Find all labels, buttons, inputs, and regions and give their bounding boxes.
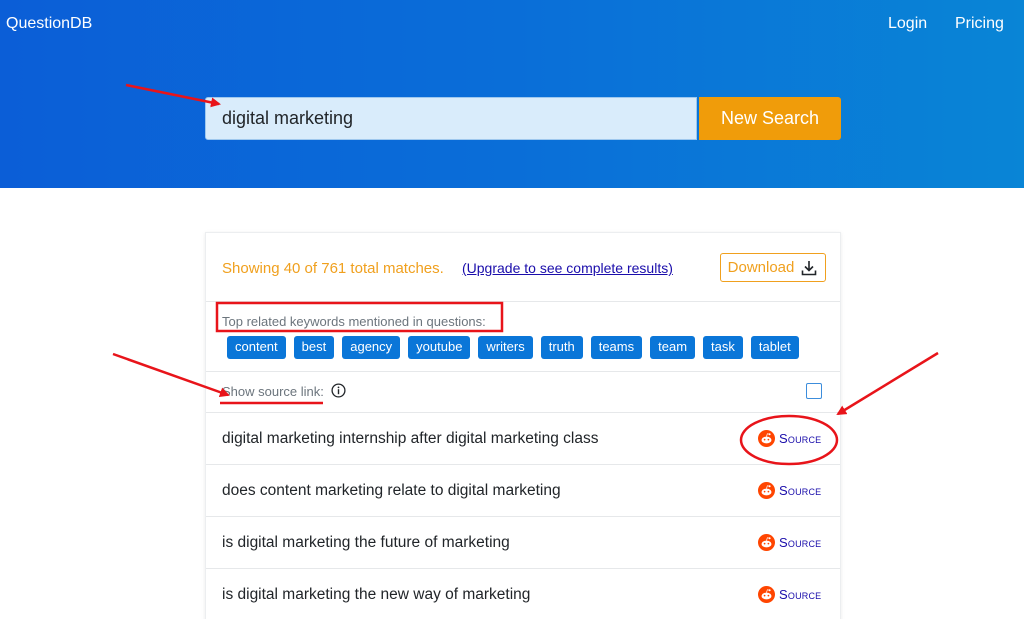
keyword-chip[interactable]: teams [590,336,643,359]
source-link[interactable]: Source [758,586,821,603]
reddit-icon [758,482,775,499]
reddit-icon [758,586,775,603]
question-text[interactable]: digital marketing internship after digit… [222,430,598,448]
question-text[interactable]: is digital marketing the future of marke… [222,534,510,552]
keyword-chip[interactable]: content [227,336,286,359]
question-row[interactable]: digital marketing internship after digit… [206,413,840,465]
keywords-label: Top related keywords mentioned in questi… [222,314,486,329]
source-link[interactable]: Source [758,430,821,447]
download-button[interactable]: Download [720,253,826,282]
results-count-text: Showing 40 of 761 total matches. [222,260,444,277]
source-label: Source [779,431,822,446]
source-link[interactable]: Source [758,534,821,551]
keyword-chip[interactable]: youtube [408,336,471,359]
keyword-chip[interactable]: writers [478,336,533,359]
download-icon [802,260,817,275]
question-row[interactable]: is digital marketing the future of marke… [206,517,840,569]
question-text[interactable]: is digital marketing the new way of mark… [222,586,530,604]
source-label: Source [779,535,822,550]
keyword-chips: content best agency youtube writers trut… [227,336,799,359]
upgrade-link[interactable]: (Upgrade to see complete results) [462,260,673,276]
keywords-row: Top related keywords mentioned in questi… [206,302,840,372]
reddit-icon [758,534,775,551]
new-search-button[interactable]: New Search [699,97,841,140]
keyword-chip[interactable]: tablet [750,336,799,359]
brand-logo[interactable]: QuestionDB [6,15,92,33]
keyword-chip[interactable]: task [703,336,743,359]
keyword-chip[interactable]: truth [540,336,583,359]
pricing-link[interactable]: Pricing [955,15,1004,33]
source-toggle-row: Show source link: [206,372,840,413]
question-row[interactable]: does content marketing relate to digital… [206,465,840,517]
show-source-checkbox[interactable] [806,383,822,399]
login-link[interactable]: Login [888,15,927,33]
question-row[interactable]: is digital marketing the new way of mark… [206,569,840,619]
annotation-arrow [836,351,939,416]
keyword-chip[interactable]: team [650,336,696,359]
hero-header: QuestionDB Login Pricing New Search [0,0,1024,188]
keyword-chip[interactable]: agency [342,336,401,359]
source-label: Source [779,587,822,602]
results-summary-row: Showing 40 of 761 total matches. (Upgrad… [206,233,840,302]
download-label: Download [727,259,795,276]
results-card: Showing 40 of 761 total matches. (Upgrad… [205,232,841,619]
source-label: Source [779,483,822,498]
page: QuestionDB Login Pricing New Search Show… [0,0,1024,619]
info-circle-icon[interactable] [331,383,346,398]
search-input[interactable] [205,97,697,140]
show-source-label: Show source link: [222,384,324,399]
source-link[interactable]: Source [758,482,821,499]
question-text[interactable]: does content marketing relate to digital… [222,482,561,500]
reddit-icon [758,430,775,447]
keyword-chip[interactable]: best [293,336,335,359]
